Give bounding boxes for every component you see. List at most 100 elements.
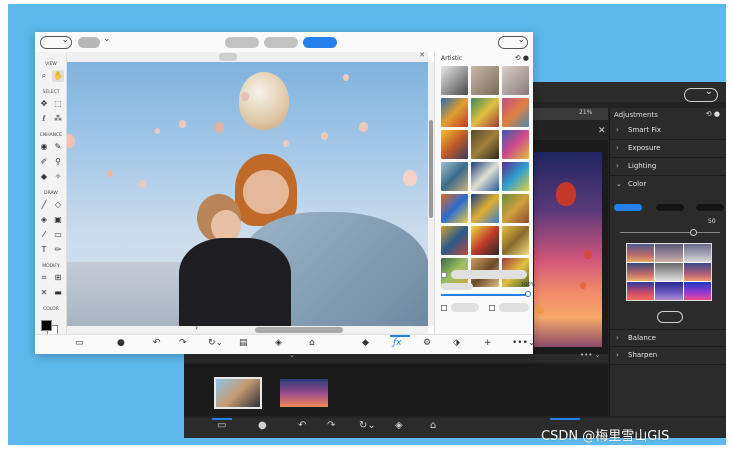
color-tab-2[interactable]	[656, 204, 684, 211]
reset-help-icons[interactable]: ⟲ ●	[515, 54, 529, 62]
effect-thumb[interactable]	[501, 66, 529, 95]
preset-swatch[interactable]	[627, 282, 655, 300]
magic-wand-icon[interactable]: ⁂	[52, 113, 64, 125]
hand-icon[interactable]: ✋	[52, 70, 64, 82]
redo-icon[interactable]: ↷	[327, 420, 335, 431]
redo-icon[interactable]: ↷	[179, 338, 187, 348]
home-icon[interactable]: ⌂	[309, 338, 315, 348]
layout-icon[interactable]: ▤	[239, 338, 248, 348]
effect-thumb[interactable]	[501, 130, 529, 159]
effect-thumb[interactable]	[501, 162, 529, 191]
effect-thumb[interactable]	[501, 226, 529, 255]
clone-stamp-icon[interactable]: ⚲	[52, 156, 64, 168]
paint-bucket-icon[interactable]: ◈	[38, 214, 50, 226]
scroll-thumb[interactable]	[429, 120, 433, 218]
preset-swatch[interactable]	[655, 282, 683, 300]
option-checkbox[interactable]	[441, 272, 447, 278]
adj-row-sharpen[interactable]: › Sharpen	[610, 347, 726, 365]
adj-row-lighting[interactable]: › Lighting	[610, 158, 726, 176]
horizontal-scrollbar[interactable]: ›	[67, 323, 428, 334]
fx-icon[interactable]: ƒx	[393, 338, 402, 348]
adj-row-balance[interactable]: › Balance	[610, 329, 726, 347]
rotate-icon[interactable]: ↻⌄	[208, 338, 223, 348]
thumbnail-couple[interactable]	[214, 377, 262, 409]
home-icon[interactable]: ⌂	[430, 420, 436, 431]
color-slider-track[interactable]	[620, 232, 720, 233]
couple-photo-canvas[interactable]	[67, 62, 428, 326]
effect-thumb[interactable]	[441, 66, 469, 95]
opacity-slider-track[interactable]	[441, 294, 529, 296]
more-icon[interactable]: •••⌄	[512, 338, 535, 348]
reset-help-icons[interactable]: ⟲ ●	[706, 110, 720, 118]
adj-row-smart-fix[interactable]: › Smart Fix	[610, 122, 726, 140]
foreground-color-swatch[interactable]	[41, 320, 52, 331]
preset-swatch[interactable]	[627, 263, 655, 281]
dark-mode-dropdown[interactable]: ⌄	[684, 86, 718, 102]
sponge-icon[interactable]: ✧	[52, 171, 64, 183]
color-tab-3[interactable]	[696, 204, 724, 211]
smart-brush-icon[interactable]: ✐	[38, 156, 50, 168]
straighten-icon[interactable]: ✕	[38, 287, 50, 299]
undo-icon[interactable]: ↶	[153, 338, 161, 348]
effect-thumb[interactable]	[441, 162, 469, 191]
crop-icon[interactable]: ⌗	[38, 272, 50, 284]
preset-swatch[interactable]	[683, 282, 711, 300]
document-dropdown[interactable]	[78, 37, 100, 48]
effect-thumb[interactable]	[471, 226, 499, 255]
record-icon[interactable]: ●	[258, 420, 267, 431]
add-icon[interactable]: +	[484, 338, 492, 348]
move-icon[interactable]: ✥	[38, 98, 50, 110]
eyedropper-icon[interactable]: ⁄	[38, 229, 50, 241]
share-dropdown[interactable]: ⌄	[498, 35, 528, 49]
chevron-right-icon[interactable]: ›	[195, 323, 198, 332]
effect-thumb[interactable]	[441, 226, 469, 255]
scroll-thumb[interactable]	[255, 327, 343, 333]
gradient-icon[interactable]: ▣	[52, 214, 64, 226]
preset-swatch[interactable]	[683, 263, 711, 281]
record-icon[interactable]: ●	[117, 338, 125, 348]
color-slider-knob[interactable]	[690, 229, 697, 236]
effect-thumb[interactable]	[471, 130, 499, 159]
apply-toggle[interactable]	[657, 311, 683, 323]
effects-category-dropdown[interactable]: Artistic	[441, 55, 462, 62]
preset-swatch[interactable]	[627, 244, 655, 262]
photo-bin-icon[interactable]: ▭	[217, 420, 226, 431]
lasso-icon[interactable]: ℓ	[38, 113, 50, 125]
option-checkbox[interactable]	[441, 305, 447, 311]
mode-tab-quick[interactable]	[225, 37, 259, 48]
brush-icon[interactable]: ╱	[38, 199, 50, 211]
undo-icon[interactable]: ↶	[298, 420, 306, 431]
effect-thumb[interactable]	[471, 162, 499, 191]
effect-thumb[interactable]	[501, 194, 529, 223]
effect-thumb[interactable]	[471, 98, 499, 127]
mode-tab-guided[interactable]	[264, 37, 298, 48]
pencil-icon[interactable]: ✏	[52, 244, 64, 256]
preset-swatch[interactable]	[683, 244, 711, 262]
rotate-icon[interactable]: ↻⌄	[359, 420, 376, 431]
option-checkbox[interactable]	[489, 305, 495, 311]
preset-swatch[interactable]	[655, 263, 683, 281]
apps-icon[interactable]: ◈	[395, 420, 403, 431]
color-tab-1[interactable]	[614, 204, 642, 211]
close-icon[interactable]: ✕	[419, 51, 425, 59]
adj-row-exposure[interactable]: › Exposure	[610, 140, 726, 158]
effect-thumb[interactable]	[441, 98, 469, 127]
mode-tab-advanced[interactable]	[303, 37, 337, 48]
healing-brush-icon[interactable]: ✎	[52, 141, 64, 153]
chevron-down-icon[interactable]: ⌄	[103, 34, 111, 44]
text-icon[interactable]: T	[38, 244, 50, 256]
eraser-icon[interactable]: ◇	[52, 199, 64, 211]
apps-icon[interactable]: ◈	[275, 338, 282, 348]
preset-swatch[interactable]	[655, 244, 683, 262]
layers-icon[interactable]: ◆	[362, 338, 369, 348]
eye-icon[interactable]: ◉	[38, 141, 50, 153]
more-icon[interactable]: ••• ⌄	[580, 351, 600, 359]
tag-icon[interactable]: ⬗	[453, 338, 460, 348]
effect-thumb[interactable]	[441, 194, 469, 223]
thumbnail-balloons[interactable]	[280, 379, 328, 407]
photo-bin-icon[interactable]: ▭	[75, 338, 84, 348]
effect-thumb[interactable]	[471, 66, 499, 95]
close-icon[interactable]: ✕	[598, 126, 606, 136]
opacity-slider-knob[interactable]	[525, 291, 531, 297]
adj-row-color[interactable]: ⌄ Color	[610, 176, 726, 194]
